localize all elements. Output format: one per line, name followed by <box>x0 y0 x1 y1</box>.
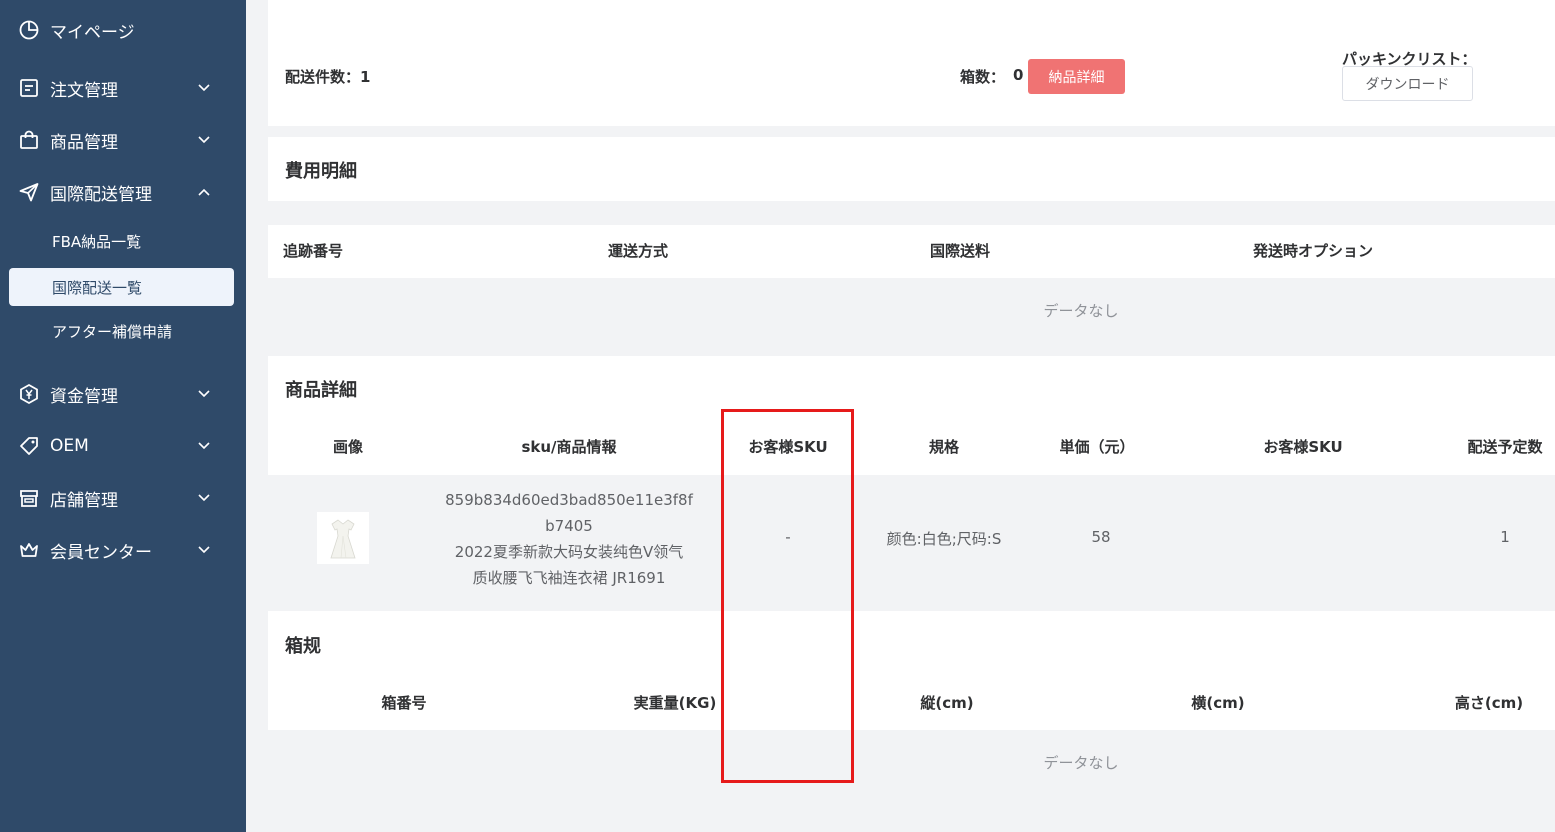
column-header: 縦(cm) <box>920 694 974 712</box>
sidebar-item-label: 商品管理 <box>50 132 118 153</box>
cost-empty-text: データなし <box>1043 302 1119 320</box>
sidebar-subitem-fba[interactable]: FBA納品一覧 <box>9 222 234 260</box>
unit-price-cell: 58 <box>1091 528 1111 546</box>
spec-cell: 颜色:白色;尺码:S <box>886 530 1002 548</box>
main-content: 配送件数：1 箱数： 0 納品詳細 パッキンクリスト： ダウンロード 費用明細 … <box>268 0 1555 832</box>
column-header: 発送時オプション <box>1252 242 1374 260</box>
product-thumbnail[interactable] <box>317 512 369 564</box>
sidebar-item-label: OEM <box>50 436 89 456</box>
sidebar-item-intl-shipping[interactable]: 国際配送管理 <box>0 170 246 214</box>
box-specs-title: 箱规 <box>285 636 321 657</box>
shopping-bag-icon <box>18 129 40 151</box>
sidebar-subitem-after-claim[interactable]: アフター補償申請 <box>9 312 234 350</box>
customer-sku-cell: - <box>785 528 791 546</box>
column-header: お客様SKU <box>748 438 828 456</box>
download-button[interactable]: ダウンロード <box>1342 66 1473 101</box>
sidebar: マイページ 注文管理 商品管理 国際配送管理 FBA納品一覧 国際配送一覧 アフ… <box>0 0 246 832</box>
sidebar-item-mypage[interactable]: マイページ <box>0 8 246 52</box>
product-name: 2022夏季新款大码女装纯色V领气 <box>454 543 684 561</box>
sidebar-item-label: 注文管理 <box>50 80 118 101</box>
column-header: 箱番号 <box>381 694 427 712</box>
column-header: 実重量(KG) <box>633 694 717 712</box>
column-header: 追跡番号 <box>282 242 344 260</box>
product-details-card: 商品詳細 画像 sku/商品情報 お客様SKU 規格 単価（元） お客様SKU … <box>268 356 1555 475</box>
product-name-cont: 质收腰飞飞袖连衣裙 JR1691 <box>472 569 666 587</box>
dress-image-icon <box>330 519 356 559</box>
column-header: 国際送料 <box>929 242 991 260</box>
sidebar-subitem-intl-list[interactable]: 国際配送一覧 <box>9 268 234 306</box>
store-icon <box>18 487 40 509</box>
boxes-value: 0 <box>1013 66 1024 84</box>
chevron-down-icon <box>197 491 211 505</box>
send-icon <box>18 181 40 203</box>
table-row: 859b834d60ed3bad850e11e3f8f b7405 2022夏季… <box>268 475 1555 611</box>
box-empty-text: データなし <box>1043 754 1119 772</box>
column-header: 単価（元） <box>1059 438 1135 456</box>
yen-icon <box>18 383 40 405</box>
sidebar-item-label: マイページ <box>50 22 135 43</box>
cost-table-header: 追跡番号 運送方式 国際送料 発送時オプション <box>268 225 1555 278</box>
order-icon <box>18 77 40 99</box>
chevron-down-icon <box>197 387 211 401</box>
sidebar-subitem-label: アフター補償申請 <box>52 322 173 341</box>
tag-icon <box>18 435 40 457</box>
sidebar-item-funds[interactable]: 資金管理 <box>0 372 246 416</box>
sidebar-item-oem[interactable]: OEM <box>0 424 246 468</box>
column-header: 横(cm) <box>1191 694 1245 712</box>
sidebar-item-store[interactable]: 店舗管理 <box>0 476 246 520</box>
chevron-down-icon <box>197 81 211 95</box>
column-header: 配送予定数 <box>1467 438 1543 456</box>
sidebar-item-label: 店舗管理 <box>50 490 118 511</box>
column-header: お客様SKU <box>1263 438 1343 456</box>
dashboard-icon <box>18 19 40 41</box>
sidebar-subitem-label: 国際配送一覧 <box>52 278 143 297</box>
sku-code: 859b834d60ed3bad850e11e3f8f <box>445 491 693 509</box>
chevron-down-icon <box>197 543 211 557</box>
column-header: 画像 <box>332 438 364 456</box>
shipment-summary-card: 配送件数：1 箱数： 0 納品詳細 パッキンクリスト： ダウンロード <box>268 0 1555 126</box>
delivery-detail-button[interactable]: 納品詳細 <box>1028 59 1125 94</box>
sku-info: 859b834d60ed3bad850e11e3f8f b7405 2022夏季… <box>445 487 693 591</box>
cost-details-title: 費用明細 <box>285 161 357 182</box>
chevron-up-icon <box>197 185 211 199</box>
chevron-down-icon <box>197 133 211 147</box>
column-header: sku/商品情報 <box>521 438 617 456</box>
shipment-count: 配送件数：1 <box>285 68 371 86</box>
sidebar-item-label: 国際配送管理 <box>50 184 152 205</box>
sku-code-cont: b7405 <box>545 517 593 535</box>
box-specs-card: 箱规 箱番号 実重量(KG) 縦(cm) 横(cm) 高さ(cm) <box>268 611 1555 730</box>
crown-icon <box>18 539 40 561</box>
sidebar-item-label: 会員センター <box>50 542 152 563</box>
sidebar-item-label: 資金管理 <box>50 386 118 407</box>
sidebar-item-orders[interactable]: 注文管理 <box>0 66 246 110</box>
sidebar-item-products[interactable]: 商品管理 <box>0 118 246 162</box>
planned-qty-cell: 1 <box>1500 528 1510 546</box>
column-header: 規格 <box>928 438 960 456</box>
product-details-title: 商品詳細 <box>285 380 357 401</box>
sidebar-item-member-center[interactable]: 会員センター <box>0 528 246 572</box>
column-header: 高さ(cm) <box>1454 694 1524 712</box>
boxes-label: 箱数： <box>960 68 1006 86</box>
cost-details-card: 費用明細 <box>268 137 1555 201</box>
chevron-down-icon <box>197 439 211 453</box>
column-header: 運送方式 <box>607 242 669 260</box>
sidebar-subitem-label: FBA納品一覧 <box>52 232 142 251</box>
